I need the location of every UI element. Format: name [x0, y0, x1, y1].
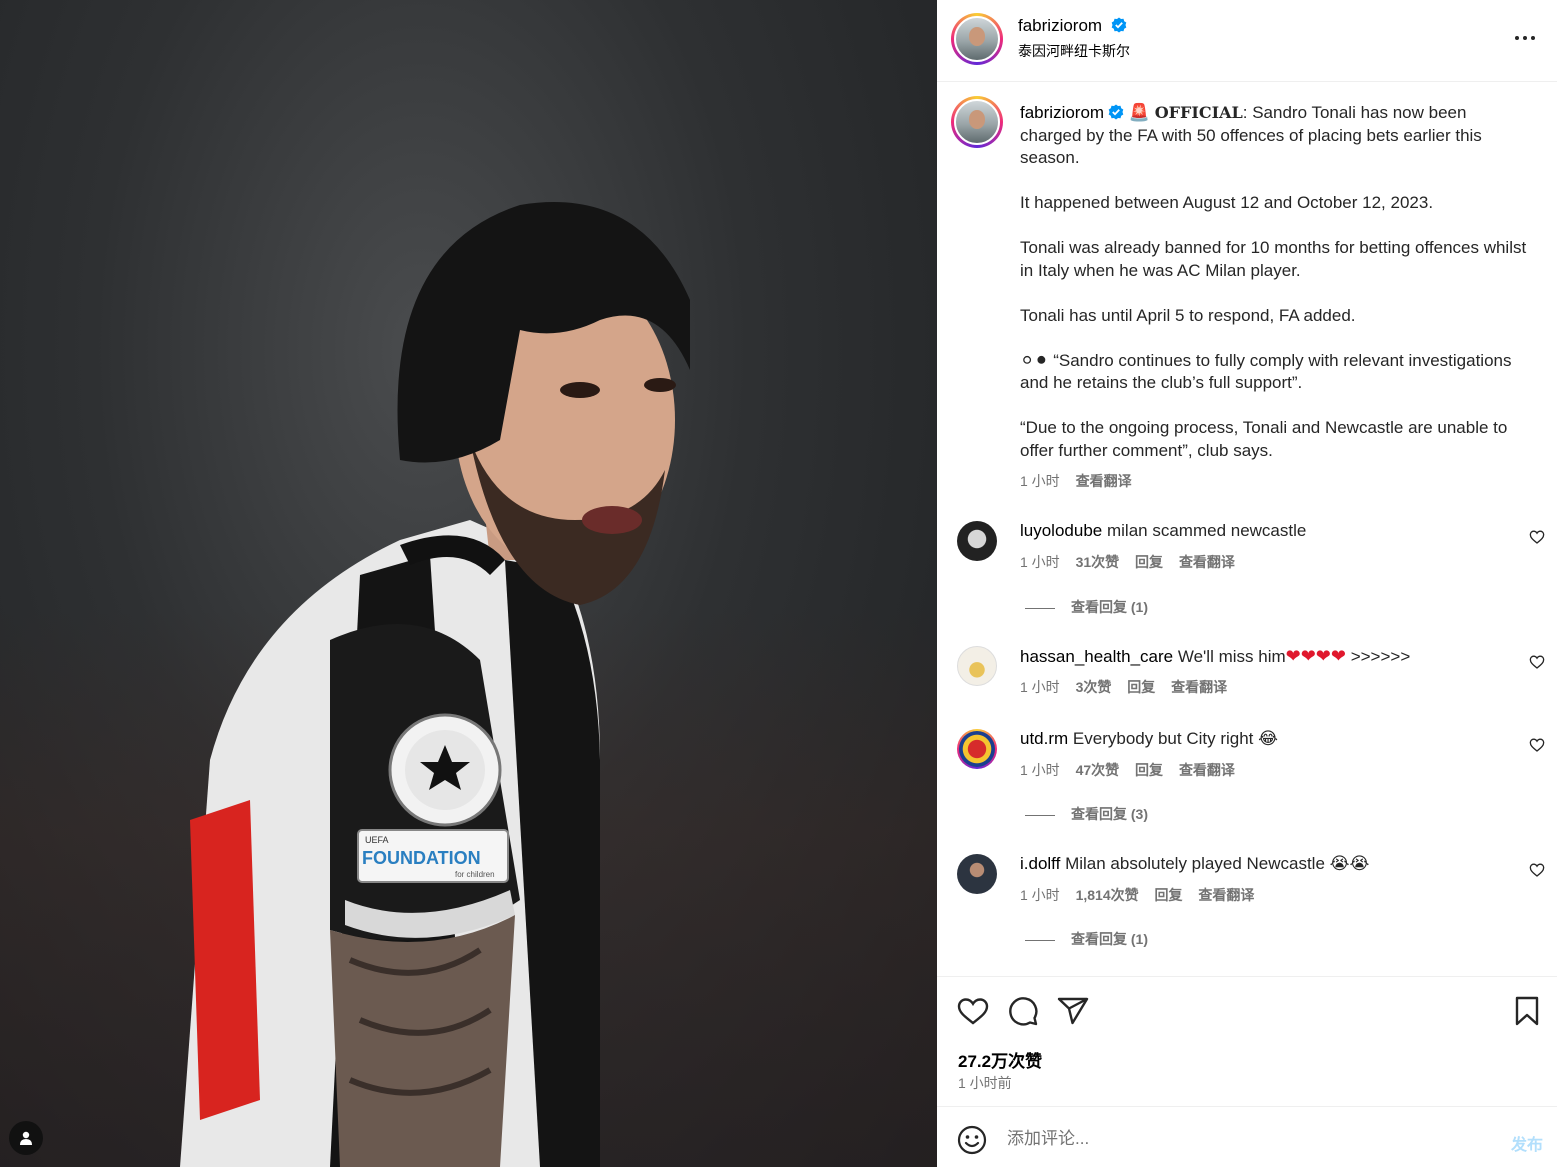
commenter-avatar[interactable]	[957, 521, 997, 561]
view-replies-button[interactable]: 查看回复 (3)	[1025, 804, 1148, 824]
likes-count[interactable]: 27.2万次赞	[958, 1047, 1042, 1072]
commenter-avatar[interactable]	[957, 646, 997, 686]
commenter-username[interactable]: utd.rm	[1020, 729, 1068, 748]
comment-input[interactable]	[1007, 1125, 1487, 1153]
comment-text: i.dolff Milan absolutely played Newcastl…	[1020, 854, 1500, 874]
heart-icon[interactable]	[957, 996, 989, 1026]
caption-official: OFFICIAL	[1154, 103, 1243, 122]
user-tag-button[interactable]	[9, 1121, 43, 1155]
comment-reply-button[interactable]: 回复	[1135, 554, 1163, 570]
caption-username[interactable]: fabriziorom	[1020, 103, 1104, 122]
view-replies-button[interactable]: 查看回复 (1)	[1025, 597, 1148, 617]
view-replies-button[interactable]: 查看回复 (1)	[1025, 929, 1148, 949]
view-replies-label[interactable]: 查看回复 (1)	[1071, 931, 1148, 947]
bookmark-icon[interactable]	[1513, 996, 1541, 1026]
comment-translate-link[interactable]: 查看翻译	[1171, 679, 1227, 695]
comment-meta: 1 小时 47次赞 回复 查看翻译	[1020, 760, 1247, 780]
post-location[interactable]: 泰因河畔纽卡斯尔	[1018, 41, 1130, 61]
comment-translate-link[interactable]: 查看翻译	[1179, 554, 1235, 570]
comment-text: hassan_health_care We'll miss him❤❤❤❤ >>…	[1020, 646, 1500, 667]
comment-reply-button[interactable]: 回复	[1127, 679, 1155, 695]
verified-badge-icon	[1108, 104, 1124, 120]
comment-time[interactable]: 1 小时	[1020, 887, 1060, 903]
post-image[interactable]: UEFA FOUNDATION for children	[0, 0, 937, 1167]
view-replies-label[interactable]: 查看回复 (1)	[1071, 599, 1148, 615]
verified-badge-icon	[1111, 17, 1127, 33]
caption-paragraph: “Due to the ongoing process, Tonali and …	[1020, 418, 1508, 460]
comment-time[interactable]: 1 小时	[1020, 679, 1060, 695]
comment-likes[interactable]: 3次赞	[1076, 679, 1112, 695]
alert-emoji: 🚨	[1128, 103, 1150, 122]
comment-text: utd.rm Everybody but City right 😂	[1020, 729, 1500, 749]
comment-like-heart-icon[interactable]	[1529, 737, 1545, 753]
emoji-icon[interactable]	[957, 1125, 987, 1155]
user-tag-icon	[20, 1131, 32, 1145]
post-side-panel: fabriziorom 泰因河畔纽卡斯尔 fabriziorom 🚨 OFFIC…	[937, 0, 1557, 1167]
post-comment-button[interactable]: 发布	[1511, 1131, 1543, 1155]
comment-like-heart-icon[interactable]	[1529, 862, 1545, 878]
comment-likes[interactable]: 1,814次赞	[1076, 887, 1139, 903]
comment-reply-button[interactable]: 回复	[1155, 887, 1183, 903]
comment-time[interactable]: 1 小时	[1020, 762, 1060, 778]
share-icon[interactable]	[1057, 996, 1089, 1026]
caption-paragraph: ⚪⚫ “Sandro continues to fully comply wit…	[1020, 350, 1512, 393]
comment-text: luyolodube milan scammed newcastle	[1020, 521, 1500, 541]
patch-subtext: for children	[455, 870, 495, 879]
commenter-avatar[interactable]	[957, 729, 997, 769]
comment-meta: 1 小时 31次赞 回复 查看翻译	[1020, 552, 1247, 572]
author-username-text[interactable]: fabriziorom	[1018, 16, 1102, 35]
add-comment-bar: 发布	[937, 1106, 1557, 1167]
commenter-avatar[interactable]	[957, 854, 997, 894]
commenter-username[interactable]: hassan_health_care	[1020, 647, 1173, 666]
caption-meta: 1 小时 查看翻译	[1020, 471, 1144, 491]
author-username[interactable]: fabriziorom	[1018, 16, 1127, 36]
caption-author-avatar[interactable]	[951, 96, 1003, 148]
caption-paragraph: Tonali was already banned for 10 months …	[1020, 238, 1527, 280]
patch-text-small: UEFA	[365, 835, 389, 845]
comment-body: We'll miss him	[1177, 647, 1286, 666]
caption-paragraph: It happened between August 12 and Octobe…	[1020, 193, 1434, 212]
player-photo: UEFA FOUNDATION for children	[180, 202, 690, 1167]
caption-paragraph: Tonali has until April 5 to respond, FA …	[1020, 305, 1356, 325]
commenter-username[interactable]: luyolodube	[1020, 521, 1102, 540]
comment-translate-link[interactable]: 查看翻译	[1179, 762, 1235, 778]
comment-body: Everybody but City right 😂	[1072, 729, 1278, 748]
commenter-username[interactable]: i.dolff	[1020, 854, 1060, 873]
post-actions-bar: 27.2万次赞 1 小时前	[937, 976, 1557, 1106]
comment-body: Milan absolutely played Newcastle 😭😭	[1065, 854, 1370, 873]
comment-meta: 1 小时 3次赞 回复 查看翻译	[1020, 677, 1239, 697]
comment-meta: 1 小时 1,814次赞 回复 查看翻译	[1020, 885, 1266, 905]
author-avatar[interactable]	[951, 13, 1003, 65]
comment-likes[interactable]: 31次赞	[1076, 554, 1120, 570]
comment-icon[interactable]	[1007, 996, 1039, 1026]
comment-likes[interactable]: 47次赞	[1076, 762, 1120, 778]
more-options-icon[interactable]	[1511, 26, 1539, 50]
caption-text: fabriziorom 🚨 OFFICIAL: Sandro Tonali ha…	[1020, 102, 1530, 462]
patch-text: FOUNDATION	[362, 848, 481, 868]
post-header: fabriziorom 泰因河畔纽卡斯尔	[937, 0, 1557, 82]
comment-like-heart-icon[interactable]	[1529, 529, 1545, 545]
heart-emojis: ❤❤❤❤	[1285, 646, 1346, 666]
comment-reply-button[interactable]: 回复	[1135, 762, 1163, 778]
caption-time[interactable]: 1 小时	[1020, 473, 1060, 489]
view-replies-label[interactable]: 查看回复 (3)	[1071, 806, 1148, 822]
comment-translate-link[interactable]: 查看翻译	[1198, 887, 1254, 903]
comment-suffix: >>>>>>	[1350, 647, 1411, 666]
posted-time[interactable]: 1 小时前	[958, 1073, 1012, 1093]
caption-translate-link[interactable]: 查看翻译	[1076, 473, 1132, 489]
comment-like-heart-icon[interactable]	[1529, 654, 1545, 670]
comment-time[interactable]: 1 小时	[1020, 554, 1060, 570]
comments-scroll-area[interactable]: fabriziorom 🚨 OFFICIAL: Sandro Tonali ha…	[937, 82, 1557, 976]
comment-body: milan scammed newcastle	[1106, 521, 1307, 540]
